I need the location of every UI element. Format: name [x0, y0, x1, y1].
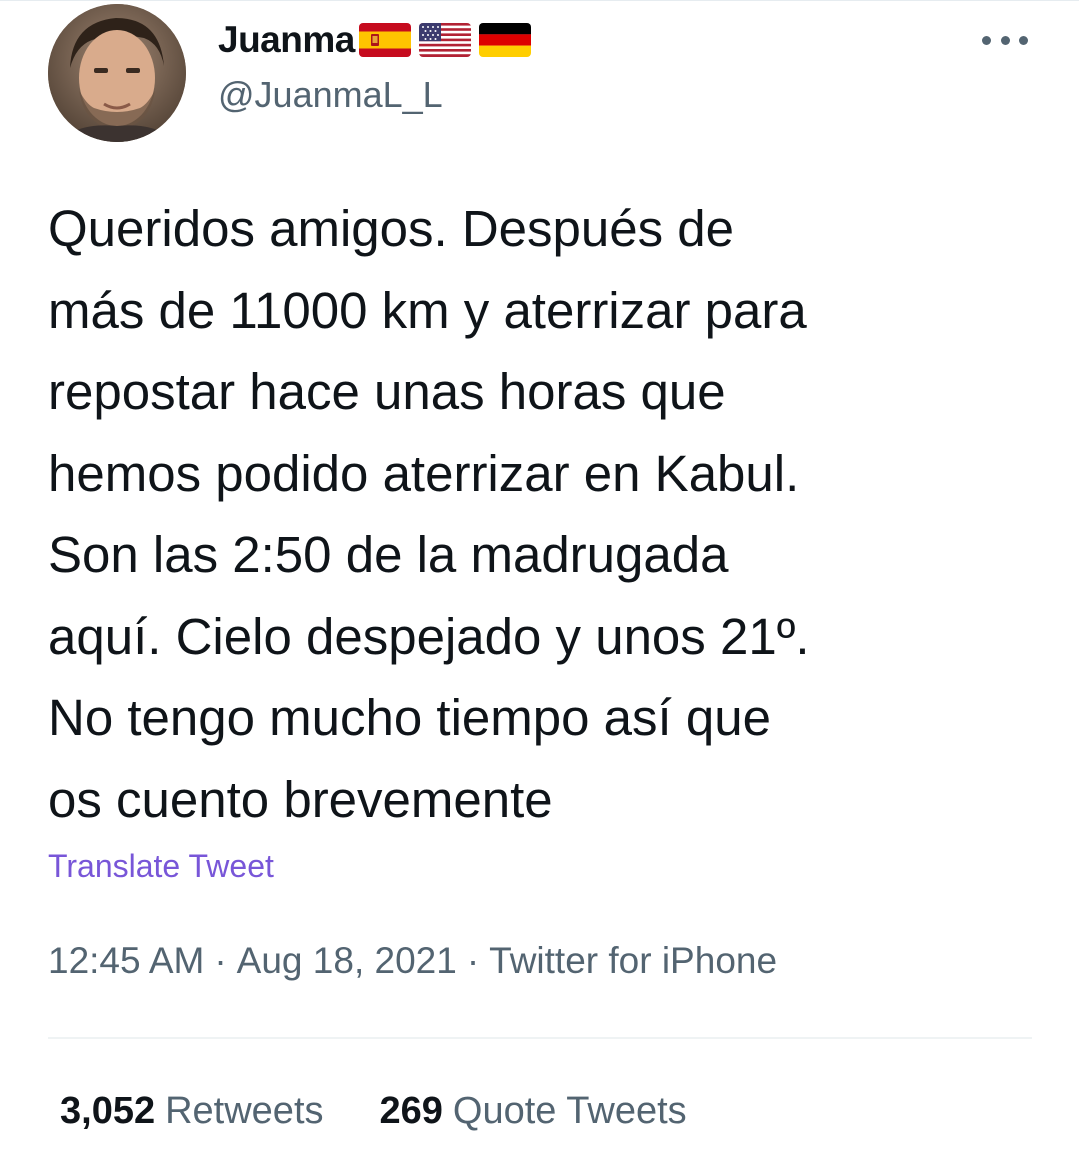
avatar-photo [48, 4, 186, 142]
germany-flag-icon [478, 23, 531, 57]
more-options-icon[interactable] [982, 26, 1028, 54]
tweet-text: Queridos amigos. Después de más de 11000… [48, 200, 810, 828]
dot [1019, 35, 1028, 45]
dot [982, 35, 991, 45]
dot [1000, 35, 1010, 45]
separator: · [214, 940, 227, 981]
tweet-date[interactable]: Aug 18, 2021 [237, 940, 457, 981]
separator: · [466, 940, 480, 981]
retweets-count: 3,052 [60, 1090, 156, 1132]
retweets-label: Retweets [165, 1090, 324, 1132]
stats-divider [48, 1037, 1032, 1039]
display-name[interactable]: Juanma [218, 19, 355, 61]
top-divider [0, 0, 1079, 1]
quote-tweets-count: 269 [379, 1090, 443, 1132]
spain-flag-icon [358, 23, 411, 57]
tweet-metadata: 12:45 AM · Aug 18, 2021 · Twitter for iPhone [48, 940, 777, 982]
translate-tweet-link[interactable]: Translate Tweet [48, 848, 274, 885]
flag-emojis [358, 23, 531, 57]
tweet-source[interactable]: Twitter for iPhone [489, 940, 777, 981]
author-name-row[interactable]: Juanma [218, 18, 531, 62]
tweet-stats: 3,052 Retweets 269 Quote Tweets [60, 1090, 687, 1133]
tweet-time[interactable]: 12:45 AM [48, 940, 204, 981]
avatar[interactable] [48, 4, 186, 142]
quote-tweets-label: Quote Tweets [452, 1090, 687, 1132]
retweets-stat[interactable]: 3,052 Retweets [60, 1090, 324, 1133]
usa-flag-icon [418, 23, 471, 57]
quote-tweets-stat[interactable]: 269 Quote Tweets [380, 1090, 687, 1133]
author-handle[interactable]: @JuanmaL_L [218, 74, 443, 116]
